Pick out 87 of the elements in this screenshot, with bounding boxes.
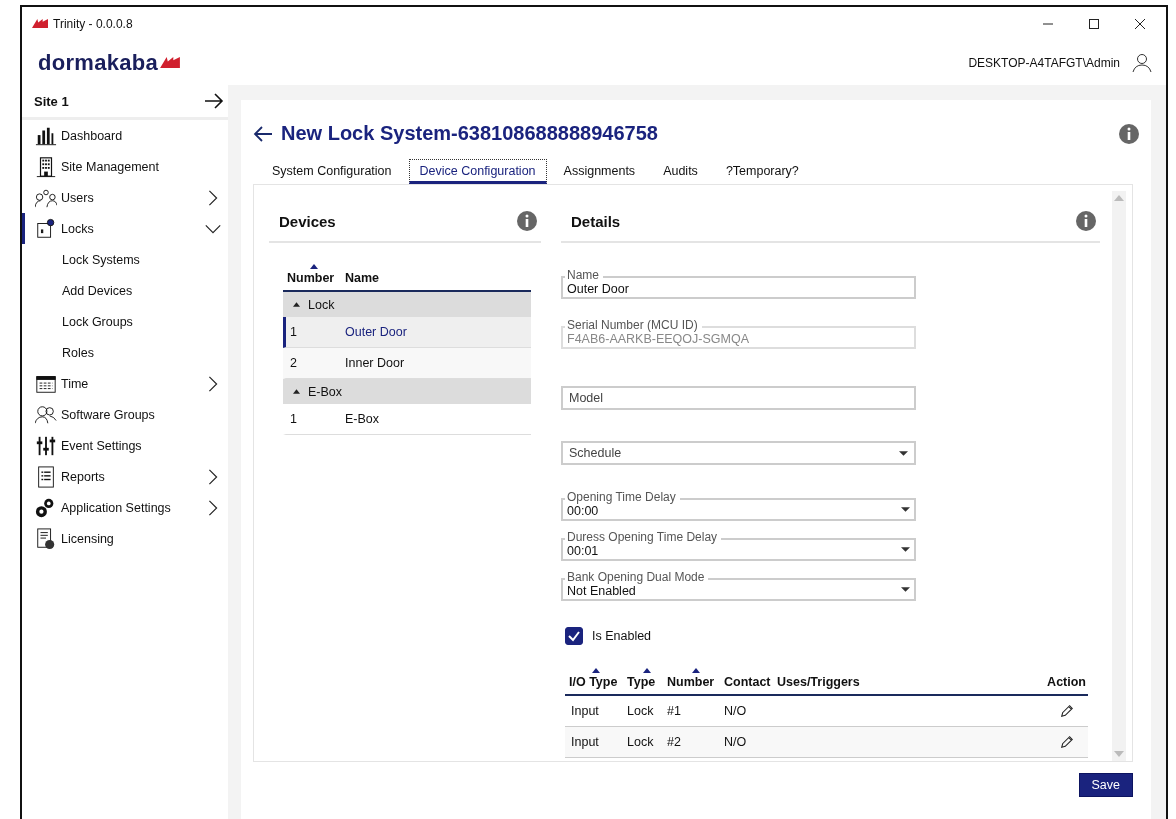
table-cell-text: Input <box>570 704 600 718</box>
nav-item[interactable]: Site Management <box>22 151 228 182</box>
back-arrow-icon[interactable] <box>253 125 273 142</box>
sliders-icon <box>35 434 57 457</box>
sort-caret-icon <box>691 668 700 673</box>
column-header[interactable]: Type <box>627 668 667 689</box>
table-cell: Outer Door <box>345 325 407 339</box>
pencil-icon[interactable] <box>1060 704 1076 718</box>
dropdown-field[interactable]: Schedule <box>561 441 916 465</box>
certificate-icon <box>35 527 57 550</box>
column-header[interactable]: Number <box>667 668 724 689</box>
column-header[interactable]: Contact <box>724 668 777 689</box>
user-name: DESKTOP-A4TAFGT\Admin <box>968 55 1120 70</box>
dropdown-field[interactable]: Duress Opening Time Delay 00:01 <box>561 531 916 561</box>
info-icon[interactable] <box>1119 123 1139 144</box>
input-field[interactable]: Name Outer Door <box>561 269 916 299</box>
dropdown-caret-icon <box>901 547 910 552</box>
column-header[interactable]: Name <box>345 264 380 285</box>
table-cell-text: 2 <box>289 356 298 370</box>
table-cell-text: N/O <box>724 704 748 718</box>
table-cell-text: N/O <box>724 735 748 749</box>
table-cell-text: 1 <box>289 325 298 339</box>
maximize-icon[interactable] <box>1088 17 1100 30</box>
nav-item[interactable]: Users <box>22 182 228 213</box>
list-icon <box>35 465 57 488</box>
table-cell-text: Lock <box>627 704 655 718</box>
pencil-icon[interactable] <box>1060 735 1076 749</box>
table-cell-text: 1 <box>289 412 298 426</box>
column-header[interactable]: Number <box>283 264 345 285</box>
table-cell: Inner Door <box>345 356 405 370</box>
sort-caret-icon <box>310 264 318 269</box>
nav-subitem[interactable]: Add Devices <box>22 275 228 306</box>
user-icon[interactable] <box>1132 52 1152 73</box>
dropdown-field[interactable]: Bank Opening Dual Mode Not Enabled <box>561 571 916 601</box>
device-row[interactable]: 1 E-Box <box>283 404 531 435</box>
section-title: Details <box>571 212 621 230</box>
column-header[interactable]: I/O Type <box>565 668 627 689</box>
tab[interactable]: ?Temporary? <box>714 159 810 184</box>
arrow-right-icon[interactable] <box>204 93 224 109</box>
table-cell-text: Lock <box>627 735 655 749</box>
table-cell: E-Box <box>345 412 380 426</box>
logo-icon <box>32 19 48 28</box>
sort-caret-icon <box>643 668 651 673</box>
logo-icon <box>160 57 181 68</box>
dropdown-caret-icon <box>901 507 910 512</box>
nav-subitem[interactable]: Lock Systems <box>22 244 228 275</box>
tab[interactable]: Assignments <box>552 159 647 184</box>
dropdown-caret-icon <box>901 587 910 592</box>
sort-caret-icon <box>592 668 600 673</box>
checkbox[interactable] <box>565 627 583 645</box>
dropdown-caret-icon <box>899 450 908 456</box>
people-icon <box>35 403 57 426</box>
nav-subitem[interactable]: Lock Groups <box>22 306 228 337</box>
site-name: Site 1 <box>34 93 69 109</box>
column-header[interactable]: Action <box>1047 668 1088 689</box>
input-field[interactable]: Model <box>561 386 916 410</box>
column-header[interactable]: Uses/Triggers <box>777 668 1048 689</box>
save-button[interactable]: Save <box>1078 773 1133 797</box>
nav-item[interactable]: Application Settings <box>22 492 228 523</box>
page-title: New Lock System-638108688888946758 <box>281 122 658 145</box>
group-header[interactable]: Lock <box>283 292 531 317</box>
table-cell-text: Input <box>570 735 600 749</box>
checkbox-label: Is Enabled <box>592 629 652 643</box>
device-row[interactable]: 1 Outer Door <box>283 317 531 348</box>
nav-subitem[interactable]: Roles <box>22 337 228 368</box>
info-icon[interactable] <box>517 211 537 231</box>
table-cell-text: #1 <box>667 704 682 718</box>
window-title: Trinity - 0.0.0.8 <box>53 16 133 31</box>
group-header[interactable]: E-Box <box>283 379 531 404</box>
nav-item[interactable]: Time <box>22 368 228 399</box>
nav-item[interactable]: Software Groups <box>22 399 228 430</box>
nav-item[interactable]: Dashboard <box>22 120 228 151</box>
section-title: Devices <box>279 212 336 230</box>
tab[interactable]: Audits <box>652 159 709 184</box>
info-icon[interactable] <box>1076 211 1096 231</box>
dropdown-field[interactable]: Opening Time Delay 00:00 <box>561 491 916 521</box>
tab[interactable]: System Configuration <box>261 159 403 184</box>
lock-icon <box>35 217 57 240</box>
close-icon[interactable] <box>1134 17 1146 30</box>
brand-logo: dormakaba <box>38 49 159 76</box>
tab[interactable]: Device Configuration <box>408 159 547 184</box>
nav-item[interactable]: Licensing <box>22 523 228 554</box>
building-icon <box>35 155 57 178</box>
device-row[interactable]: 2 Inner Door <box>283 348 531 379</box>
table-cell-text: #2 <box>667 735 682 749</box>
nav-item[interactable]: Reports <box>22 461 228 492</box>
nav-item[interactable]: Event Settings <box>22 430 228 461</box>
